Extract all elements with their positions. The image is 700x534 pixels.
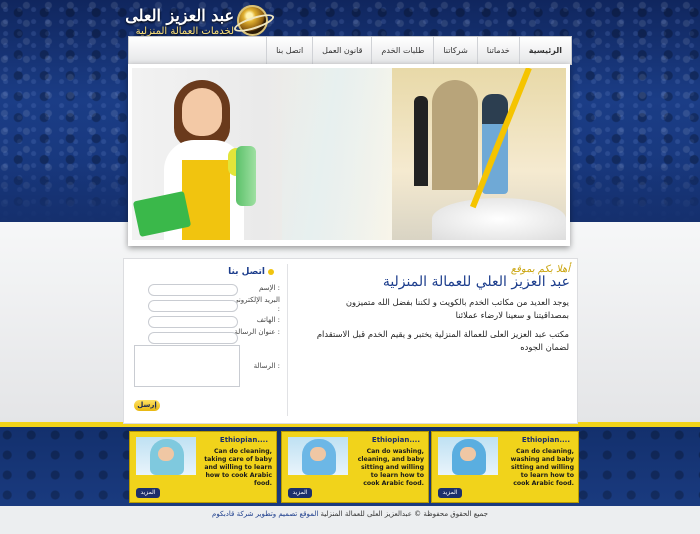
welcome-title: عبد العزيز العلي للعمالة المنزلية xyxy=(382,274,570,290)
butler-figure xyxy=(414,96,428,186)
worker-photo xyxy=(288,437,348,475)
subject-input[interactable] xyxy=(148,332,238,344)
card-body: Can do washing, cleaning, and baby sitti… xyxy=(357,448,424,487)
name-input[interactable] xyxy=(148,284,238,296)
nav-labor-law[interactable]: قانون العمل xyxy=(312,37,371,64)
mop-head-image xyxy=(432,198,566,240)
nav-companies[interactable]: شركاتنا xyxy=(433,37,476,64)
nav-contact[interactable]: اتصل بنا xyxy=(266,37,312,64)
designer-credit-link[interactable]: الموقع تصميم وتطوير شركة قادبكوم xyxy=(212,510,318,518)
worker-photo xyxy=(438,437,498,475)
card-body: Can do cleaning, washing and baby sittin… xyxy=(510,448,574,487)
spray-bottle-icon xyxy=(236,146,256,206)
nav-home[interactable]: الرئيسية xyxy=(518,37,571,64)
more-button[interactable]: المزيد xyxy=(136,488,160,498)
worker-card: Ethiopian.... Can do cleaning, washing a… xyxy=(431,431,579,503)
worker-card: Ethiopian.... Can do cleaning, taking ca… xyxy=(129,431,277,503)
globe-icon xyxy=(237,5,268,36)
main-nav: الرئيسية خدماتنا شركاتنا طلبات الخدم قان… xyxy=(128,36,572,65)
more-button[interactable]: المزيد xyxy=(438,488,462,498)
doorway-image xyxy=(432,80,478,190)
logo-name: عبد العزيز العلى xyxy=(125,6,234,25)
worker-card: Ethiopian.... Can do washing, cleaning, … xyxy=(281,431,429,503)
nav-services[interactable]: خدماتنا xyxy=(476,37,519,64)
send-button[interactable]: إرسل xyxy=(134,400,160,411)
woman-apron xyxy=(182,160,230,240)
banner-image xyxy=(132,68,566,240)
email-input[interactable] xyxy=(148,300,238,312)
card-title: Ethiopian.... xyxy=(521,436,570,444)
intro-paragraph-1: يوجد العديد من مكاتب الخدم بالكويت و لكن… xyxy=(345,297,569,320)
nav-maid-requests[interactable]: طلبات الخدم xyxy=(371,37,433,64)
intro-paragraph-2: مكتب عبد العزيز العلى للعمالة المنزلية ي… xyxy=(316,329,569,352)
hero-banner xyxy=(128,64,570,246)
curtain-image xyxy=(282,68,392,240)
contact-heading: اتصل بنا xyxy=(228,267,274,277)
card-title: Ethiopian.... xyxy=(219,436,268,444)
worker-face xyxy=(158,447,174,461)
worker-face xyxy=(310,447,326,461)
contact-heading-text: اتصل بنا xyxy=(228,267,265,277)
phone-input[interactable] xyxy=(148,316,238,328)
footer: جميع الحقوق محفوظة © عبدالعزيز العلى للع… xyxy=(0,510,700,518)
woman-face xyxy=(182,88,222,136)
bullet-icon xyxy=(268,268,274,275)
message-textarea[interactable] xyxy=(134,345,240,387)
content-divider xyxy=(287,264,288,416)
card-body: Can do cleaning, taking care of baby and… xyxy=(204,448,272,487)
copyright-text: جميع الحقوق محفوظة © عبدالعزيز العلى للع… xyxy=(320,510,488,518)
card-title: Ethiopian.... xyxy=(371,436,420,444)
worker-photo xyxy=(136,437,196,475)
more-button[interactable]: المزيد xyxy=(288,488,312,498)
worker-face xyxy=(460,447,476,461)
